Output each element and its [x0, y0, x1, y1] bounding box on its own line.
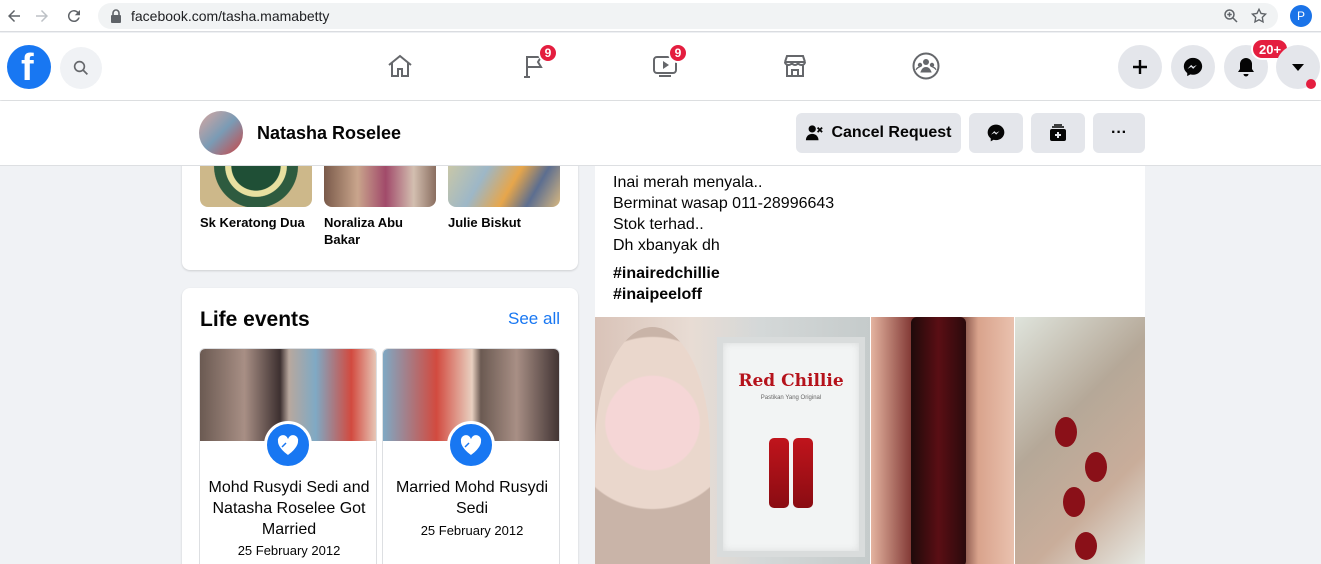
see-all-link[interactable]: See all — [508, 309, 560, 329]
pages-badge: 9 — [538, 43, 558, 63]
cancel-request-label: Cancel Request — [831, 124, 952, 141]
tagline-label: Pastikan Yang Original — [760, 395, 822, 401]
friend-photo[interactable] — [448, 166, 560, 207]
watch-badge: 9 — [668, 43, 688, 63]
lock-icon — [110, 9, 122, 28]
cancel-friend-icon — [806, 125, 824, 141]
friend-photo[interactable] — [200, 166, 312, 207]
heart-icon — [447, 421, 495, 469]
zoom-icon[interactable] — [1222, 7, 1240, 30]
profile-name[interactable]: Natasha Roselee — [257, 123, 401, 144]
post-photo[interactable] — [1015, 317, 1145, 564]
life-event-tile[interactable]: Married Mohd Rusydi Sedi 25 February 201… — [382, 348, 560, 564]
product-bottle — [793, 438, 813, 508]
nav-home[interactable] — [375, 43, 425, 89]
groups-icon — [912, 52, 940, 80]
painted-nail — [1075, 532, 1097, 560]
caret-down-icon — [1292, 64, 1304, 71]
more-icon: ··· — [1111, 124, 1127, 141]
painted-nail — [1085, 452, 1107, 482]
more-options-button[interactable]: ··· — [1093, 113, 1145, 153]
product-box: Red Chillie Pastikan Yang Original — [717, 337, 865, 557]
painted-nail — [1055, 417, 1077, 447]
hashtag-link[interactable]: #inaipeeloff — [613, 284, 720, 305]
browser-toolbar: facebook.com/tasha.mamabetty P — [0, 0, 1321, 32]
home-icon — [388, 54, 412, 77]
forward-icon[interactable] — [30, 4, 54, 28]
life-event-date: 25 February 2012 — [237, 543, 341, 558]
friend-name[interactable]: Noraliza Abu Bakar — [324, 214, 436, 248]
search-button[interactable] — [60, 47, 102, 89]
friend-photo[interactable] — [324, 166, 436, 207]
reload-icon[interactable] — [62, 4, 86, 28]
nav-pages[interactable]: 9 — [510, 43, 560, 89]
nav-marketplace[interactable] — [770, 43, 820, 89]
url-text: facebook.com/tasha.mamabetty — [131, 8, 330, 24]
post-line: Berminat wasap 011-28996643 — [613, 195, 835, 212]
post-card: Inai merah menyala.. Berminat wasap 011-… — [595, 166, 1145, 564]
back-icon[interactable] — [2, 4, 26, 28]
heart-icon — [264, 421, 312, 469]
add-to-list-icon — [1050, 124, 1066, 141]
friend-name[interactable]: Sk Keratong Dua — [200, 214, 312, 231]
friends-card: Sk Keratong Dua Noraliza Abu Bakar Julie… — [182, 150, 578, 270]
life-event-title: Married Mohd Rusydi Sedi — [395, 479, 549, 517]
post-line: Dh xbanyak dh — [613, 237, 720, 254]
nav-watch[interactable]: 9 — [640, 43, 690, 89]
painted-nail — [1063, 487, 1085, 517]
cancel-request-button[interactable]: Cancel Request — [796, 113, 961, 153]
post-line: Stok terhad.. — [613, 216, 704, 233]
post-line: Inai merah menyala.. — [613, 174, 763, 191]
life-event-date: 25 February 2012 — [420, 523, 524, 538]
post-photo[interactable] — [871, 317, 1014, 564]
hashtag-link[interactable]: #inairedchillie — [613, 263, 720, 284]
bell-icon — [1238, 58, 1254, 77]
life-events-title: Life events — [200, 308, 310, 331]
product-bottle — [769, 438, 789, 508]
store-icon — [784, 55, 806, 77]
browser-profile-avatar[interactable]: P — [1290, 5, 1312, 27]
brand-label: Red Chillie — [738, 371, 844, 391]
facebook-logo[interactable]: f — [7, 45, 51, 89]
plus-icon — [1133, 60, 1147, 74]
profile-avatar[interactable] — [199, 111, 243, 155]
messenger-icon — [1183, 57, 1203, 77]
life-event-tile[interactable]: Mohd Rusydi Sedi and Natasha Roselee Got… — [199, 348, 377, 564]
menu-alert-dot — [1306, 79, 1316, 89]
address-bar[interactable]: facebook.com/tasha.mamabetty — [98, 3, 1278, 29]
friend-name[interactable]: Julie Biskut — [448, 214, 560, 231]
profile-sticky-bar: Natasha Roselee Cancel Request ··· — [0, 101, 1321, 166]
facebook-top-bar: f 9 9 20+ — [0, 33, 1321, 100]
post-text: Inai merah menyala.. Berminat wasap 011-… — [613, 172, 834, 256]
bookmark-star-icon[interactable] — [1250, 7, 1268, 30]
message-button[interactable] — [969, 113, 1023, 153]
follow-button[interactable] — [1031, 113, 1085, 153]
nail-polish-bottle — [911, 317, 966, 564]
messenger-icon — [987, 124, 1005, 142]
life-events-card: Life events See all Mohd Rusydi Sedi and… — [182, 288, 578, 564]
post-photo[interactable]: Red Chillie Pastikan Yang Original — [595, 317, 870, 564]
messenger-button[interactable] — [1171, 45, 1215, 89]
post-hashtags: #inairedchillie #inaipeeloff — [613, 263, 720, 305]
search-icon — [73, 60, 88, 75]
life-event-title: Mohd Rusydi Sedi and Natasha Roselee Got… — [208, 479, 370, 538]
nav-groups[interactable] — [901, 43, 951, 89]
model-figure — [595, 327, 710, 564]
create-button[interactable] — [1118, 45, 1162, 89]
